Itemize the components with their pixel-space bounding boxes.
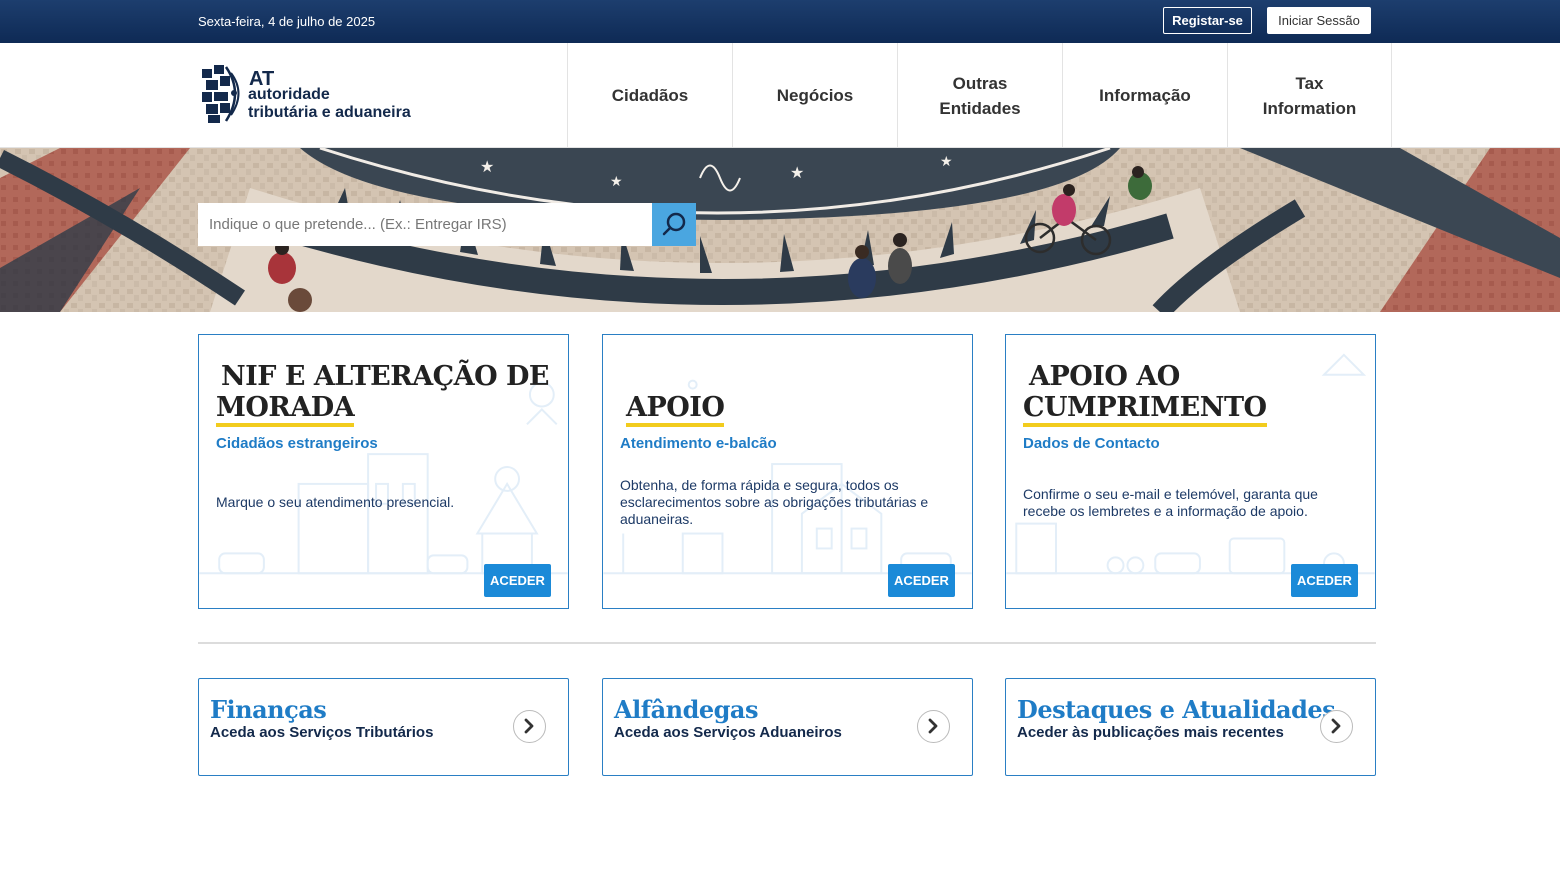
nav-item-outras-entidades[interactable]: Outras Entidades — [897, 43, 1062, 148]
card-nif-morada: NIF E ALTERAÇÃO DE MORADA Cidadãos estra… — [198, 334, 569, 609]
svg-text:★: ★ — [610, 174, 623, 190]
card-description: Obtenha, de forma rápida e segura, todos… — [620, 477, 929, 527]
link-card-title: Destaques e Atualidades — [1017, 695, 1336, 724]
aceder-button[interactable]: ACEDER — [1291, 564, 1358, 597]
card-subtitle-link[interactable]: Atendimento e-balcão — [620, 435, 777, 452]
aceder-button[interactable]: ACEDER — [888, 564, 955, 597]
card-title-line1: APOIO AO — [1029, 361, 1180, 392]
chevron-right-icon[interactable] — [1320, 710, 1353, 743]
nav-item-negocios[interactable]: Negócios — [732, 43, 897, 148]
nav-item-tax-information[interactable]: Tax Information — [1227, 43, 1392, 148]
card-description: Confirme o seu e-mail e telemóvel, garan… — [1023, 486, 1318, 519]
link-card-title: Alfândegas — [614, 695, 758, 724]
search-input[interactable]: Indique o que pretende... (Ex.: Entregar… — [198, 203, 652, 246]
top-bar: Sexta-feira, 4 de julho de 2025 Registar… — [0, 0, 1560, 43]
link-card-destaques[interactable]: Destaques e Atualidades Aceder às public… — [1005, 678, 1376, 776]
svg-text:★: ★ — [480, 157, 494, 176]
link-card-subtitle: Aceda aos Serviços Aduaneiros — [614, 724, 842, 741]
logo-text-tributaria: tributária e aduaneira — [248, 104, 411, 121]
svg-text:★: ★ — [790, 163, 804, 182]
link-card-subtitle: Aceda aos Serviços Tributários — [210, 724, 434, 741]
register-button[interactable]: Registar-se — [1163, 7, 1252, 34]
link-card-subtitle: Aceder às publicações mais recentes — [1017, 724, 1284, 741]
nav-item-label: Tax Information — [1262, 73, 1357, 118]
card-description: Marque o seu atendimento presencial. — [216, 494, 455, 510]
section-divider — [198, 642, 1376, 644]
current-date: Sexta-feira, 4 de julho de 2025 — [198, 14, 376, 29]
chevron-right-icon[interactable] — [513, 710, 546, 743]
at-emblem-icon — [202, 65, 240, 123]
nav-item-label: Outras Entidades — [939, 73, 1021, 118]
login-button[interactable]: Iniciar Sessão — [1267, 7, 1371, 34]
card-title: NIF E ALTERAÇÃO DE MORADA — [216, 361, 550, 423]
card-title: APOIO AO CUMPRIMENTO — [1023, 361, 1267, 423]
link-card-title: Finanças — [210, 695, 327, 724]
at-logo[interactable]: AT autoridade tributária e aduaneira — [200, 63, 440, 127]
aceder-button[interactable]: ACEDER — [484, 564, 551, 597]
main-nav: Cidadãos Negócios Outras Entidades Infor… — [567, 43, 1392, 148]
card-title-line2: MORADA — [216, 392, 355, 427]
nav-item-cidadaos[interactable]: Cidadãos — [567, 43, 732, 148]
card-title-line2: APOIO — [626, 392, 725, 427]
card-title: APOIO — [620, 392, 725, 423]
search-icon — [662, 212, 686, 236]
card-apoio-cumprimento: APOIO AO CUMPRIMENTO Dados de Contacto C… — [1005, 334, 1376, 609]
card-title-line1: NIF E ALTERAÇÃO DE — [221, 361, 550, 392]
logo-text-autoridade: autoridade — [248, 86, 330, 103]
chevron-right-icon[interactable] — [917, 710, 950, 743]
main-header: AT autoridade tributária e aduaneira Cid… — [0, 43, 1560, 148]
svg-text:★: ★ — [940, 154, 953, 170]
card-subtitle-link[interactable]: Dados de Contacto — [1023, 435, 1160, 452]
search-button[interactable] — [652, 203, 696, 246]
nav-item-informacao[interactable]: Informação — [1062, 43, 1227, 148]
card-subtitle-link[interactable]: Cidadãos estrangeiros — [216, 435, 378, 452]
card-apoio: APOIO Atendimento e-balcão Obtenha, de f… — [602, 334, 973, 609]
link-card-financas[interactable]: Finanças Aceda aos Serviços Tributários — [198, 678, 569, 776]
card-title-line2: CUMPRIMENTO — [1023, 392, 1267, 427]
link-card-alfandegas[interactable]: Alfândegas Aceda aos Serviços Aduaneiros — [602, 678, 973, 776]
hero-banner: ★ ★ ★ ★ Indique o que pretende... (Ex.: … — [0, 148, 1560, 312]
